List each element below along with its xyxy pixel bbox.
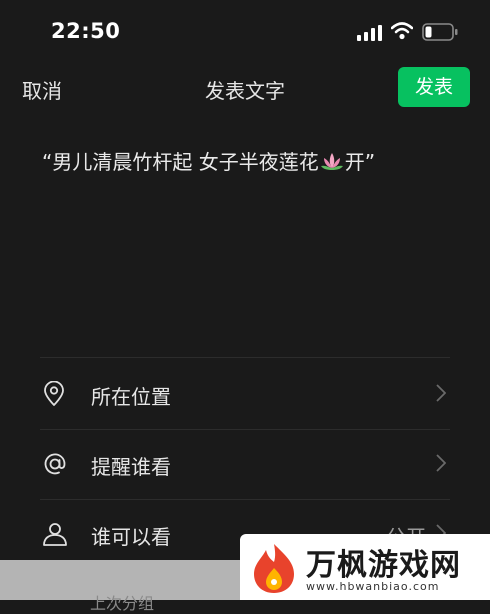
chevron-right-icon [436,454,447,476]
watermark: 万枫游戏网 www.hbwanbiao.com [240,534,490,600]
lotus-icon [320,150,344,177]
location-label: 所在位置 [91,385,171,409]
status-bar: 22:50 [0,0,490,64]
publish-button[interactable]: 发表 [398,67,470,107]
at-icon [42,451,68,481]
chevron-right-icon [436,384,447,406]
location-pin-icon [42,380,66,411]
watermark-name: 万枫游戏网 [306,548,461,583]
flame-logo-icon [246,540,302,600]
location-row[interactable]: 所在位置 [0,359,490,429]
cancel-button[interactable]: 取消 [22,75,62,104]
remind-label: 提醒谁看 [91,455,171,479]
remind-row[interactable]: 提醒谁看 [0,429,490,499]
wifi-icon [390,22,414,44]
status-time: 22:50 [51,19,121,43]
watermark-url: www.hbwanbiao.com [306,580,440,593]
nav-bar: 发表文字 取消 发表 [0,64,490,112]
battery-icon [422,23,458,45]
signal-icon [357,25,383,45]
post-text-input[interactable]: “男儿清晨竹杆起 女子半夜莲花 开” [42,146,375,177]
divider [40,357,450,358]
person-icon [42,521,68,551]
post-text-part: 开” [344,150,376,174]
post-text-part: “男儿清晨竹杆起 女子半夜莲花 [42,150,319,174]
visibility-label: 谁可以看 [91,525,171,549]
bottom-sheet-text: 上次分组 [90,594,155,613]
